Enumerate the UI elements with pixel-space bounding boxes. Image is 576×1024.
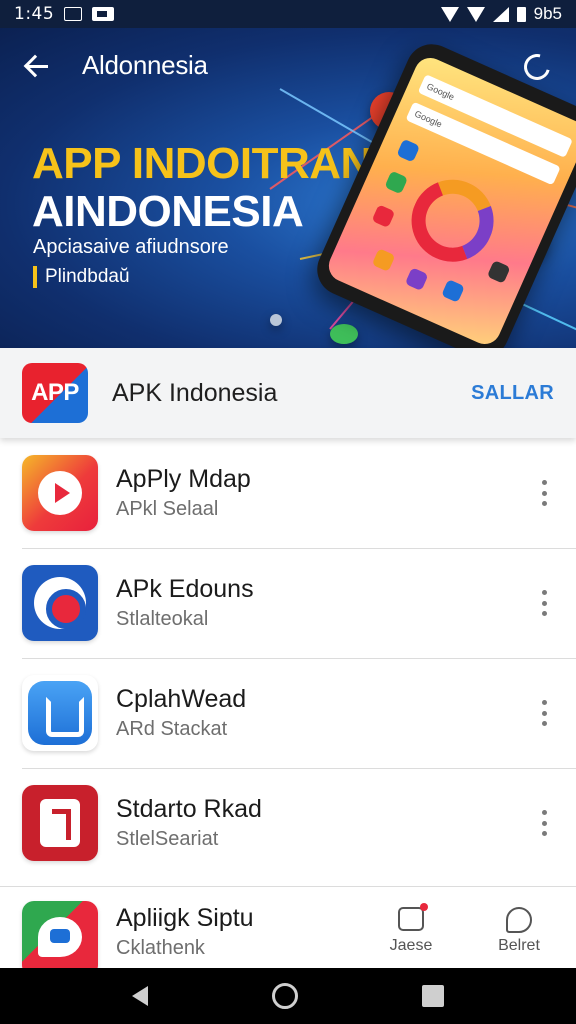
globe-icon	[22, 565, 98, 641]
circle-graphic-icon	[398, 166, 507, 275]
status-right-text: 9b5	[533, 4, 562, 23]
app-mini-icon	[441, 279, 465, 303]
list-item-title: Stdarto Rkad	[116, 795, 262, 823]
share-icon[interactable]	[519, 49, 555, 85]
list-item[interactable]: ApPly Mdap APkl Selaal	[0, 438, 576, 548]
app-list: ApPly Mdap APkl Selaal APk Edouns Stlalt…	[0, 438, 576, 878]
list-item[interactable]: Stdarto Rkad StlelSeariat	[0, 768, 576, 878]
system-nav-bar	[0, 968, 576, 1024]
list-item-subtitle: Cklathenk	[116, 936, 205, 959]
list-item-subtitle: StlelSeariat	[116, 828, 219, 850]
app-logo-icon: APP	[22, 363, 88, 423]
square-icon	[64, 7, 83, 21]
home-icon	[22, 675, 98, 751]
hero-headline-line2: AINDONESIA	[32, 187, 304, 236]
list-item-title: CplahWead	[116, 685, 247, 713]
more-options-icon[interactable]	[534, 700, 554, 726]
app-bubble-icon	[330, 324, 358, 344]
app-bubble-icon	[270, 314, 282, 326]
featured-action-button[interactable]: SALLAR	[471, 382, 554, 405]
hero-banner: Aldonnesia APP INDOITRAN AINDONESIA Apci…	[0, 28, 576, 348]
wifi-icon	[440, 6, 459, 22]
recents-icon[interactable]	[422, 985, 444, 1007]
status-bar: 1:45 9b5	[0, 0, 576, 28]
music-icon	[22, 785, 98, 861]
list-item-title: APk Edouns	[116, 575, 254, 603]
action-button-belret[interactable]: Belret	[484, 907, 554, 955]
list-item-subtitle: ARd Stackat	[116, 718, 228, 740]
play-icon	[22, 455, 98, 531]
app-mini-icon	[371, 204, 396, 229]
more-options-icon[interactable]	[534, 480, 554, 506]
action-label: Jaese	[389, 937, 433, 954]
page-title: Aldonnesia	[82, 50, 208, 80]
signal-icon	[492, 6, 509, 22]
list-item[interactable]: CplahWead ARd Stackat	[0, 658, 576, 768]
list-item-subtitle: Stlalteokal	[116, 608, 209, 630]
app-mini-icon	[384, 170, 409, 195]
featured-app-row[interactable]: APP APK Indonesia SALLAR	[0, 348, 576, 438]
notification-icon	[398, 903, 428, 931]
app-mini-icon	[404, 267, 429, 292]
featured-app-name: APK Indonesia	[112, 378, 278, 407]
home-icon[interactable]	[272, 983, 298, 1009]
list-item[interactable]: APk Edouns Stlalteokal	[0, 548, 576, 658]
chat-icon	[22, 900, 98, 968]
wifi-icon	[466, 6, 485, 22]
hero-headline-line1: APP INDOITRAN	[32, 139, 372, 188]
image-icon	[92, 7, 115, 21]
hero-tagline: Plindbdaŭ	[33, 266, 130, 288]
phone-screen: Google Google	[323, 52, 576, 348]
list-item-title: ApPly Mdap	[116, 465, 251, 493]
action-label: Belret	[498, 937, 540, 954]
more-options-icon[interactable]	[534, 590, 554, 616]
battery-icon	[516, 6, 526, 22]
app-mini-icon	[396, 138, 421, 163]
status-time: 1:45	[14, 4, 55, 24]
hero-nav: Aldonnesia	[22, 50, 208, 81]
back-icon[interactable]	[132, 986, 148, 1006]
more-options-icon[interactable]	[534, 810, 554, 836]
comment-icon	[506, 907, 532, 933]
app-mini-icon	[371, 248, 396, 272]
back-arrow-icon[interactable]	[22, 51, 52, 81]
action-button-jaese[interactable]: Jaese	[376, 903, 446, 955]
hero-headline: APP INDOITRAN AINDONESIA	[32, 140, 372, 236]
phone-illustration: Google Google	[308, 35, 576, 348]
hero-subtitle: Apciasaive afiudnsore	[33, 236, 229, 258]
list-item-title: Apliigk Siptu	[116, 903, 254, 932]
list-item[interactable]: Apliigk Siptu Cklathenk Jaese Belret	[0, 886, 576, 968]
list-item-subtitle: APkl Selaal	[116, 498, 219, 520]
app-mini-icon	[486, 260, 511, 284]
